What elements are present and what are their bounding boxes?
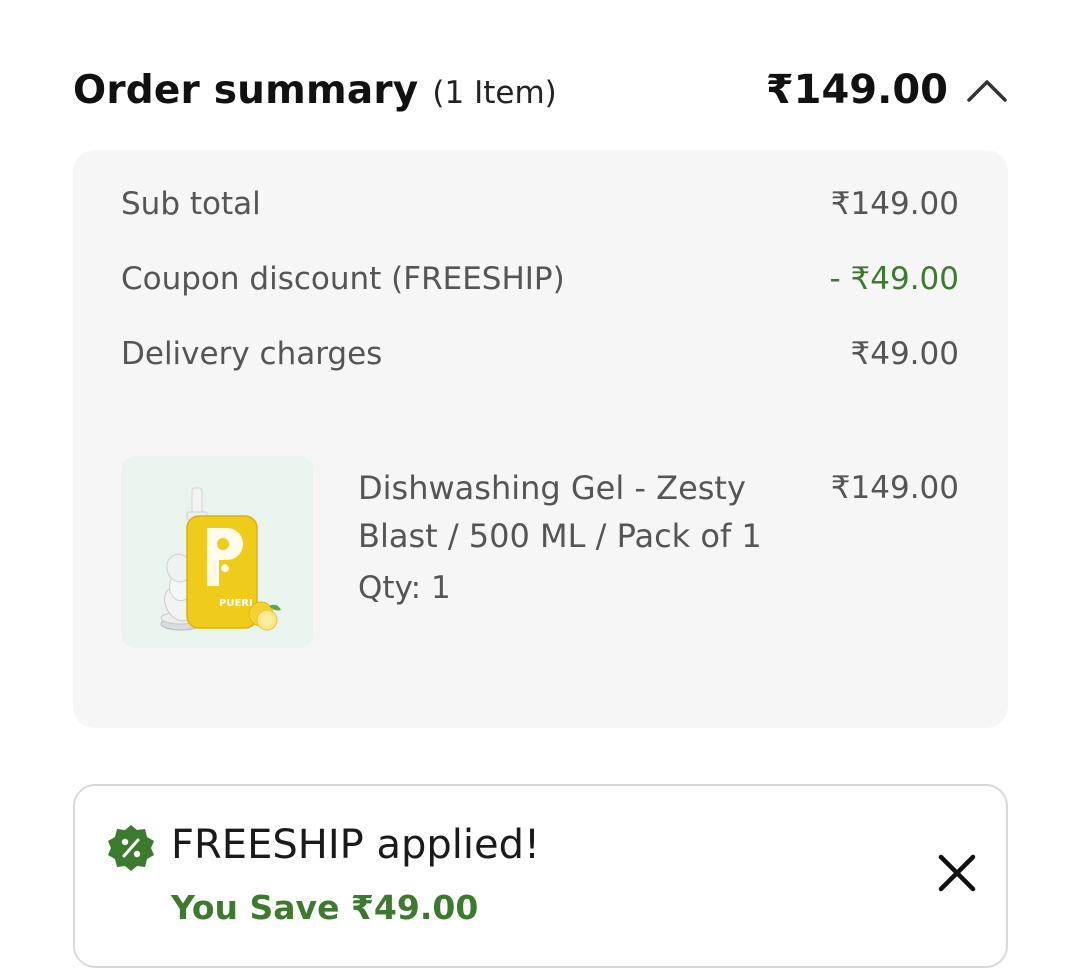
product-name: Dishwashing Gel - Zesty Blast / 500 ML /… [358,469,762,555]
item-count: (1 Item) [432,74,557,111]
discount-badge-icon [106,823,156,873]
coupon-applied-title: FREESHIP applied! [171,822,541,868]
delivery-charges-value: ₹49.00 [850,336,959,372]
coupon-discount-row: Coupon discount (FREESHIP) - ₹49.00 [121,261,959,297]
subtotal-row: Sub total ₹149.00 [121,186,959,222]
delivery-charges-label: Delivery charges [121,336,383,372]
close-icon[interactable] [936,852,978,894]
order-summary-total-group: ₹149.00 [766,67,1008,113]
chevron-up-icon[interactable] [966,77,1008,103]
coupon-applied-box: FREESHIP applied! You Save ₹49.00 [73,784,1008,968]
coupon-discount-value: - ₹49.00 [829,261,959,297]
order-summary-title-group: Order summary (1 Item) [73,68,557,113]
product-line-item: PUERI Dishwashing Gel - Zesty Blast / 50… [121,456,959,648]
product-image: PUERI [121,456,313,648]
subtotal-value: ₹149.00 [830,186,959,222]
order-total: ₹149.00 [765,67,948,113]
product-info: Dishwashing Gel - Zesty Blast / 500 ML /… [358,464,818,606]
coupon-discount-label: Coupon discount (FREESHIP) [121,261,565,297]
product-price: ₹149.00 [830,470,959,506]
product-quantity: Qty: 1 [358,570,451,606]
order-summary-card: Sub total ₹149.00 Coupon discount (FREES… [73,150,1008,728]
coupon-savings-text: You Save ₹49.00 [171,888,479,927]
subtotal-label: Sub total [121,186,261,222]
product-brand-mark: PUERI [219,598,253,609]
order-summary-header[interactable]: Order summary (1 Item) ₹149.00 [73,62,1008,118]
delivery-charges-row: Delivery charges ₹49.00 [121,336,959,372]
order-summary-title: Order summary [73,67,419,113]
